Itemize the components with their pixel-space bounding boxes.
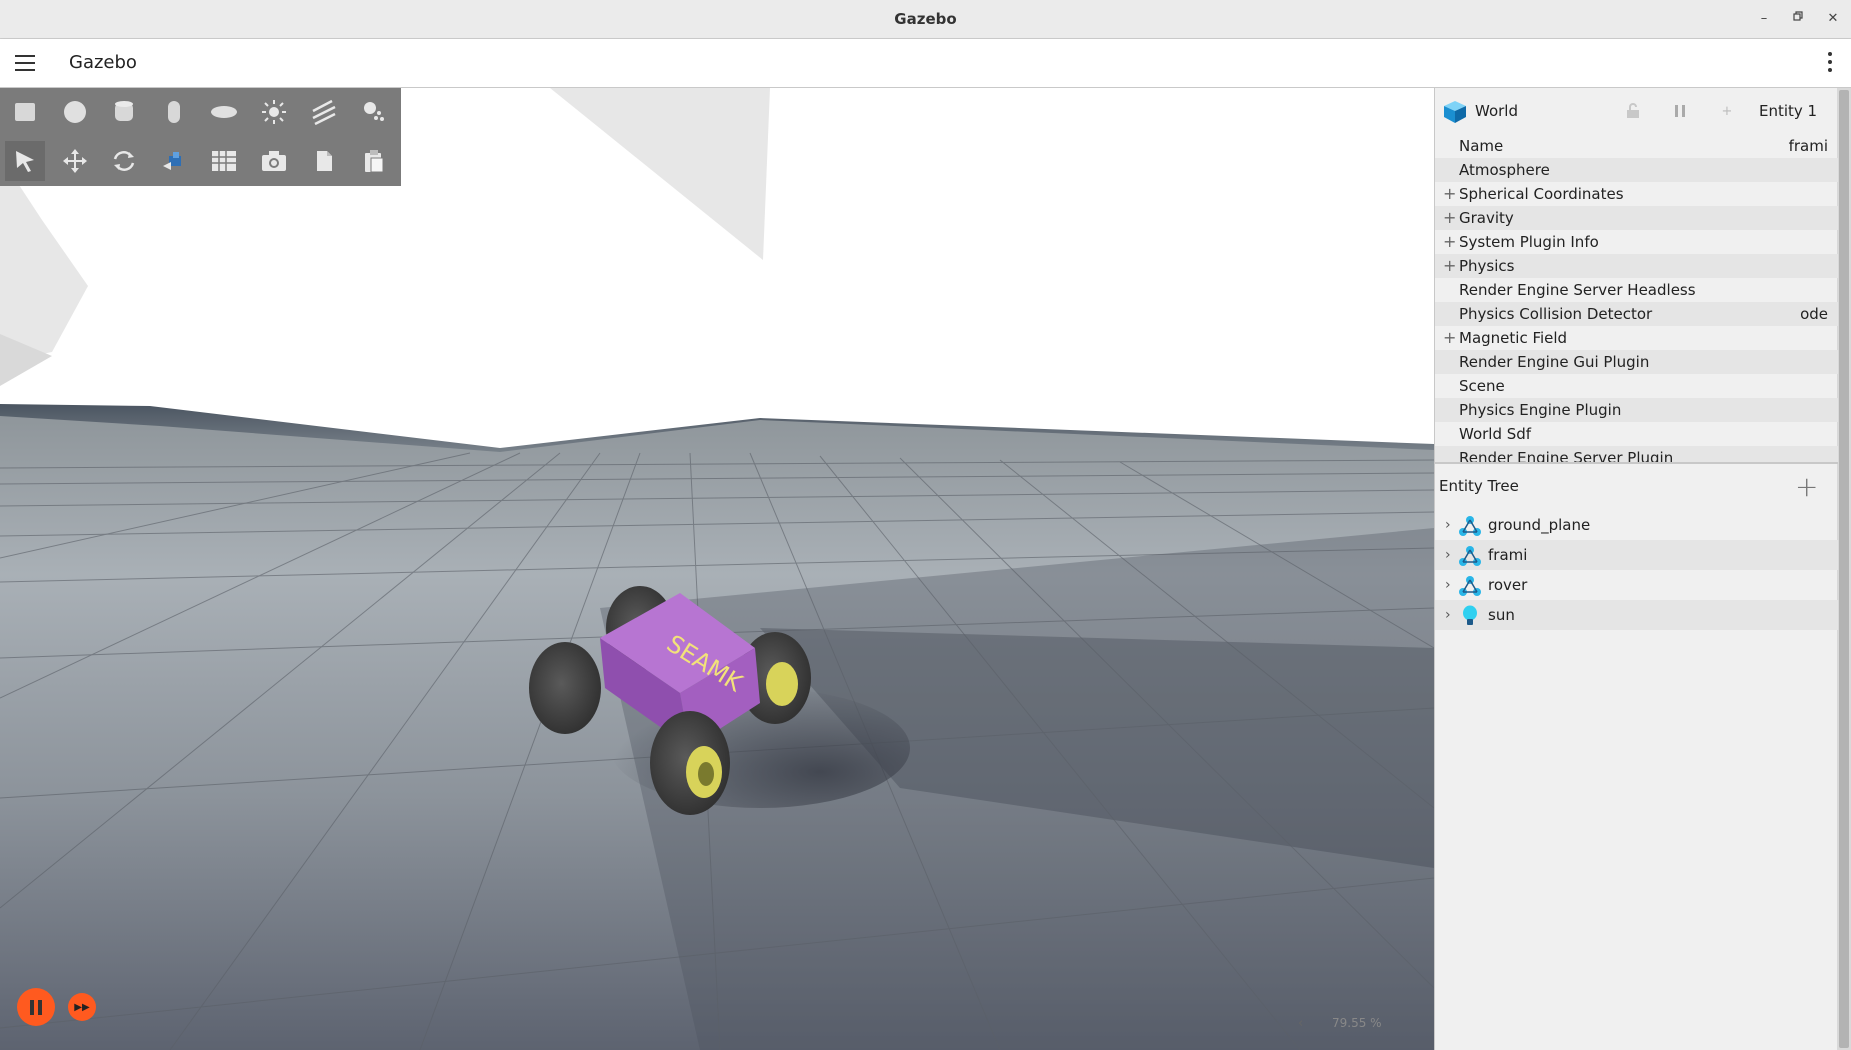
close-icon[interactable]: ✕ <box>1823 9 1843 29</box>
box-shape-icon[interactable] <box>5 92 45 132</box>
entity-tree-title: Entity Tree <box>1439 477 1519 495</box>
copy-icon[interactable] <box>304 141 344 181</box>
add-component-icon[interactable]: + <box>1718 102 1736 120</box>
component-row-world-sdf: World Sdf <box>1459 425 1532 443</box>
expand-icon[interactable]: + <box>1443 206 1456 230</box>
right-panel: World + Entity 1 Name frami Atmosphere + S… <box>1434 88 1851 1050</box>
component-row-atmosphere: Atmosphere <box>1435 158 1838 182</box>
component-value: frami <box>1788 137 1828 155</box>
rotate-icon[interactable] <box>104 141 144 181</box>
pause-updates-icon[interactable] <box>1671 102 1689 120</box>
panel-divider[interactable] <box>1435 462 1838 464</box>
point-light-icon[interactable] <box>254 92 294 132</box>
component-row-physics[interactable]: + Physics <box>1435 254 1838 278</box>
chevron-right-icon[interactable]: › <box>1445 570 1451 600</box>
paste-icon[interactable] <box>354 141 394 181</box>
cylinder-shape-icon[interactable] <box>104 92 144 132</box>
component-row-render-engine-gui-plugin: Render Engine Gui Plugin <box>1435 350 1838 374</box>
scene-viewport[interactable]: SEAMK <box>0 88 1434 1050</box>
model-icon <box>1459 545 1481 567</box>
expand-icon[interactable]: + <box>1443 326 1456 350</box>
expand-icon[interactable]: + <box>1443 230 1456 254</box>
window-titlebar: Gazebo – ✕ <box>0 0 1851 39</box>
sphere-shape-icon[interactable] <box>55 92 95 132</box>
directional-light-icon[interactable] <box>304 92 344 132</box>
tree-item-sun[interactable]: › sun <box>1435 600 1838 630</box>
component-row-system-plugin-info[interactable]: + System Plugin Info <box>1435 230 1838 254</box>
app-title: Gazebo <box>69 52 137 73</box>
component-list: Name frami Atmosphere + Spherical Coordina… <box>1435 134 1838 462</box>
stats-expand-icon[interactable]: ‹ <box>1298 1016 1303 1031</box>
light-icon <box>1459 605 1481 627</box>
component-row-gravity[interactable]: + Gravity <box>1435 206 1838 230</box>
add-entity-icon[interactable]: + <box>1795 470 1818 503</box>
window-title: Gazebo <box>894 10 957 28</box>
component-row-render-engine-server-plugin: Render Engine Server Plugin <box>1435 446 1838 462</box>
step-forward-button[interactable]: ▶▶ <box>68 993 96 1021</box>
tree-item-rover[interactable]: › rover <box>1435 570 1838 600</box>
app-header: Gazebo <box>0 39 1851 88</box>
expand-icon[interactable]: + <box>1443 254 1456 278</box>
capsule-shape-icon[interactable] <box>154 92 194 132</box>
pause-button[interactable] <box>17 988 55 1026</box>
component-row-scene: Scene <box>1459 377 1505 395</box>
select-cursor-icon[interactable] <box>5 141 45 181</box>
restore-icon[interactable] <box>1788 9 1808 29</box>
minimize-icon[interactable]: – <box>1754 9 1774 29</box>
expand-icon[interactable]: + <box>1443 182 1456 206</box>
component-row-spherical-coordinates[interactable]: + Spherical Coordinates <box>1435 182 1838 206</box>
scene-3d: SEAMK <box>0 88 1434 1050</box>
panel-scrollbar[interactable] <box>1837 88 1851 1050</box>
more-options-icon[interactable] <box>1827 52 1833 74</box>
component-inspector-header: World + Entity 1 <box>1435 88 1838 134</box>
real-time-factor: 79.55 % <box>1332 1016 1382 1030</box>
menu-icon[interactable] <box>15 55 35 71</box>
scene-toolbar <box>0 88 401 186</box>
model-icon <box>1459 575 1481 597</box>
chevron-right-icon[interactable]: › <box>1445 540 1451 570</box>
entity-id: Entity 1 <box>1759 102 1818 120</box>
entity-tree: › ground_plane › frami › rover › sun <box>1435 510 1838 630</box>
lock-icon[interactable] <box>1624 102 1642 120</box>
spot-light-icon[interactable] <box>354 92 394 132</box>
component-value: ode <box>1800 305 1828 323</box>
translate-icon[interactable] <box>55 141 95 181</box>
chevron-right-icon[interactable]: › <box>1445 510 1451 540</box>
model-icon <box>1459 515 1481 537</box>
world-cube-icon <box>1443 100 1467 124</box>
entity-name: World <box>1475 102 1518 120</box>
grid-icon[interactable] <box>204 141 244 181</box>
camera-icon[interactable] <box>254 141 294 181</box>
transform-control-icon[interactable] <box>154 141 194 181</box>
tree-item-ground-plane[interactable]: › ground_plane <box>1435 510 1838 540</box>
component-row-name: Name frami <box>1435 134 1838 158</box>
component-row-magnetic-field[interactable]: + Magnetic Field <box>1435 326 1838 350</box>
component-row-physics-engine-plugin: Physics Engine Plugin <box>1435 398 1838 422</box>
component-row-render-engine-server-headless: Render Engine Server Headless <box>1459 281 1696 299</box>
ellipsoid-shape-icon[interactable] <box>204 92 244 132</box>
component-row-physics-collision-detector: Physics Collision Detector ode <box>1435 302 1838 326</box>
chevron-right-icon[interactable]: › <box>1445 600 1451 630</box>
tree-item-frami[interactable]: › frami <box>1435 540 1838 570</box>
